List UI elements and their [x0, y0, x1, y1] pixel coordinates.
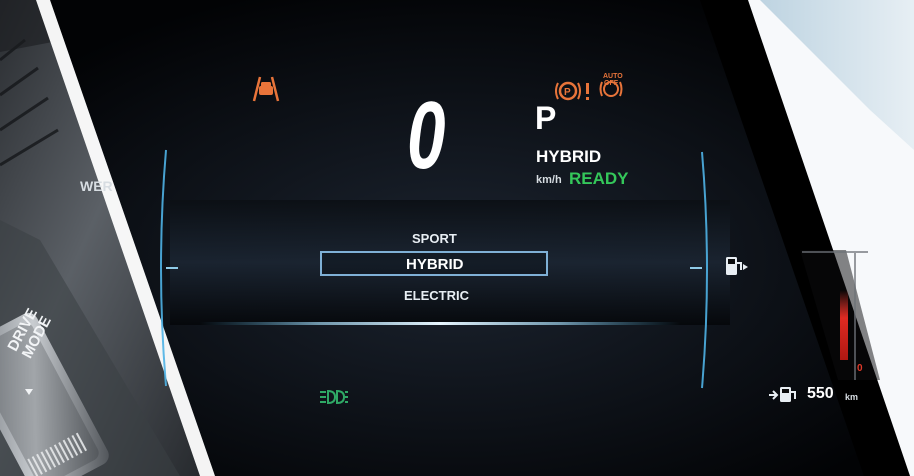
chevron-down-icon: [24, 384, 34, 402]
svg-text:P: P: [564, 87, 571, 98]
power-gauge-label: WER: [80, 178, 113, 194]
range-value: 550: [807, 385, 834, 402]
drive-mode-sport: SPORT: [412, 231, 457, 246]
fuel-pump-icon: [723, 255, 749, 282]
right-gauge-frame: [802, 251, 868, 380]
parking-brake-icon: P: [553, 78, 599, 109]
drive-mode-electric: ELECTRIC: [404, 288, 469, 303]
auto-hold-label: AUTO OFF: [603, 73, 623, 87]
speed-unit: km/h: [536, 174, 562, 186]
gauge-zero-label: 0: [857, 363, 863, 374]
range-fuel-icon: [767, 385, 801, 410]
ready-indicator: READY: [569, 169, 629, 188]
drive-mode-hybrid: HYBRID: [406, 256, 464, 273]
power-gauge-arc: [160, 149, 178, 387]
headlight-icon: [317, 387, 349, 412]
instrument-cluster-photo: WER 0 P HYBRID km/h READY P AUTO OFF SPO…: [0, 0, 914, 476]
fuel-gauge-arc: [690, 151, 708, 389]
speed-readout: 0: [407, 82, 446, 189]
powertrain-status: HYBRID: [536, 147, 602, 166]
lane-assist-icon: [248, 73, 284, 108]
range-unit: km: [845, 392, 859, 402]
